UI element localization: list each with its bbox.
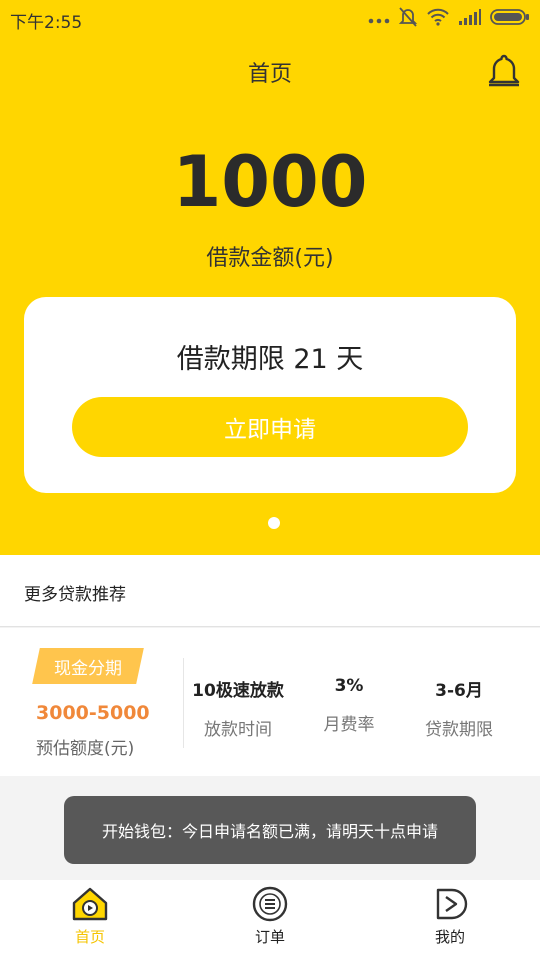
tab-label: 我的	[434, 928, 465, 946]
stat-value: 3%	[334, 676, 364, 696]
hero-banner: 首页 1000 借款金额(元) 借款期限 21 天 立即申请	[0, 36, 540, 555]
loan-amount: 1000	[172, 141, 368, 223]
loan-term: 借款期限 21 天	[176, 344, 364, 375]
loan-product-card[interactable]: 现金分期 3000-5000 预估额度(元) 10极速放款 放款时间 3% 月费…	[0, 628, 540, 776]
mute-icon	[398, 7, 418, 27]
stat-value: 10极速放款	[192, 681, 284, 701]
battery-icon	[490, 9, 529, 25]
notification-button[interactable]	[486, 52, 522, 94]
tab-home[interactable]: 首页	[40, 886, 140, 947]
section-title: 更多贷款推荐	[24, 585, 126, 605]
stat-loan-term: 3-6月 贷款期限	[404, 676, 514, 740]
carousel-indicator	[268, 517, 280, 529]
tab-orders[interactable]: 订单	[220, 886, 320, 947]
status-icons	[368, 6, 530, 28]
tab-label: 首页	[74, 928, 105, 946]
tab-bar: 首页 订单 我的	[0, 880, 540, 960]
bell-icon	[488, 54, 520, 87]
stat-label: 贷款期限	[425, 720, 493, 740]
stat-label: 放款时间	[204, 720, 272, 740]
apply-now-button[interactable]: 立即申请	[72, 397, 468, 457]
stat-label: 月费率	[323, 715, 375, 735]
stat-monthly-rate: 3% 月费率	[294, 676, 404, 735]
tab-label: 订单	[254, 928, 285, 946]
more-dots-icon	[368, 18, 390, 24]
wifi-icon	[427, 8, 449, 26]
loan-amount-label: 借款金额(元)	[206, 246, 334, 271]
signal-icon	[459, 9, 481, 25]
tab-profile[interactable]: 我的	[400, 886, 500, 947]
toast-message: 开始钱包：今日申请名额已满，请明天十点申请	[64, 796, 476, 864]
status-bar: 下午2:55	[0, 0, 540, 36]
page-title: 首页	[247, 62, 292, 87]
product-tag: 现金分期	[54, 659, 122, 679]
orders-icon	[252, 886, 288, 922]
stat-disbursement: 10极速放款 放款时间	[183, 676, 293, 740]
home-icon	[72, 887, 108, 921]
credit-range-label: 预估额度(元)	[36, 739, 135, 759]
section-header: 更多贷款推荐	[0, 555, 540, 627]
profile-icon	[436, 888, 468, 920]
loan-card: 借款期限 21 天 立即申请	[24, 297, 516, 493]
stat-value: 3-6月	[435, 681, 483, 701]
credit-range: 3000-5000	[36, 702, 150, 724]
status-time: 下午2:55	[10, 13, 83, 33]
